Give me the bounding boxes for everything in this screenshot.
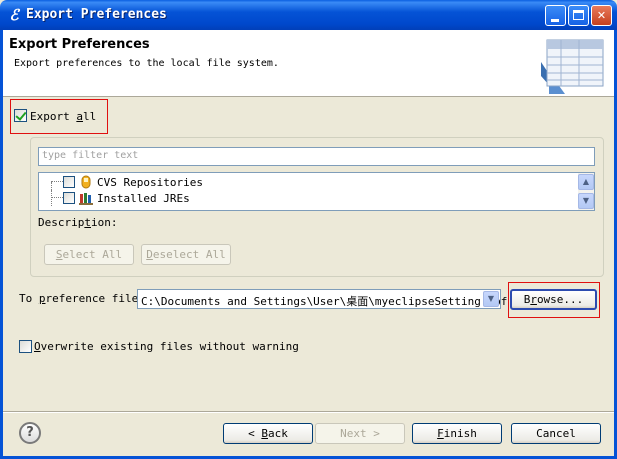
preference-tree[interactable]: CVS Repositories Installed JREs ▲ ▼ (38, 172, 595, 211)
chevron-down-icon: ▼ (582, 196, 590, 205)
maximize-button[interactable] (568, 5, 589, 26)
select-all-button[interactable]: Select All (44, 244, 134, 265)
wizard-header: Export Preferences Export preferences to… (3, 30, 614, 97)
eclipse-logo-icon: ℰ (9, 6, 19, 24)
chevron-up-icon: ▲ (582, 177, 590, 186)
export-wizard-banner-icon (541, 39, 604, 94)
close-button[interactable]: ✕ (591, 5, 612, 26)
scroll-down-button[interactable]: ▼ (578, 193, 594, 209)
preference-file-value: C:\Documents and Settings\User\桌面\myecli… (141, 295, 508, 308)
maximize-icon (573, 10, 584, 20)
description-label: Description: (38, 216, 118, 229)
minimize-button[interactable] (545, 5, 566, 26)
finish-button[interactable]: Finish (412, 423, 502, 444)
tree-item[interactable]: CVS Repositories (39, 174, 569, 190)
back-button[interactable]: < Back (223, 423, 313, 444)
help-icon[interactable]: ? (19, 422, 41, 444)
tree-scrollbar[interactable]: ▲ ▼ (578, 173, 594, 210)
overwrite-option[interactable]: Overwrite existing files without warning (19, 339, 299, 353)
chevron-down-icon[interactable]: ▼ (483, 291, 499, 307)
export-all-label[interactable]: Export all (30, 110, 96, 123)
browse-button[interactable]: Browse... (510, 289, 597, 310)
close-icon: ✕ (596, 9, 607, 22)
tree-item-label: CVS Repositories (97, 176, 203, 189)
next-button[interactable]: Next > (315, 423, 405, 444)
tree-item-label: Installed JREs (97, 192, 190, 205)
preference-file-label: To preference file: (19, 292, 145, 305)
page-description: Export preferences to the local file sys… (14, 58, 279, 69)
overwrite-label[interactable]: Overwrite existing files without warning (34, 340, 299, 353)
overwrite-checkbox[interactable] (19, 339, 32, 353)
filter-input[interactable]: type filter text (38, 147, 595, 166)
export-all-highlight[interactable]: Export all (10, 99, 108, 134)
minimize-icon (551, 19, 559, 22)
title-bar[interactable]: ℰ Export Preferences ✕ (0, 0, 617, 30)
cancel-button[interactable]: Cancel (511, 423, 601, 444)
window-title: Export Preferences (26, 7, 167, 22)
preference-file-combo[interactable]: C:\Documents and Settings\User\桌面\myecli… (137, 289, 507, 309)
page-title: Export Preferences (9, 37, 150, 52)
footer-separator (3, 411, 614, 413)
export-all-checkbox[interactable] (14, 109, 27, 122)
deselect-all-button[interactable]: Deselect All (141, 244, 231, 265)
scroll-up-button[interactable]: ▲ (578, 174, 594, 190)
tree-item[interactable]: Installed JREs (39, 190, 569, 206)
cvs-repository-icon (81, 175, 91, 189)
tree-item-checkbox[interactable] (63, 192, 75, 204)
tree-item-checkbox[interactable] (63, 176, 75, 188)
jre-library-icon (79, 193, 93, 205)
